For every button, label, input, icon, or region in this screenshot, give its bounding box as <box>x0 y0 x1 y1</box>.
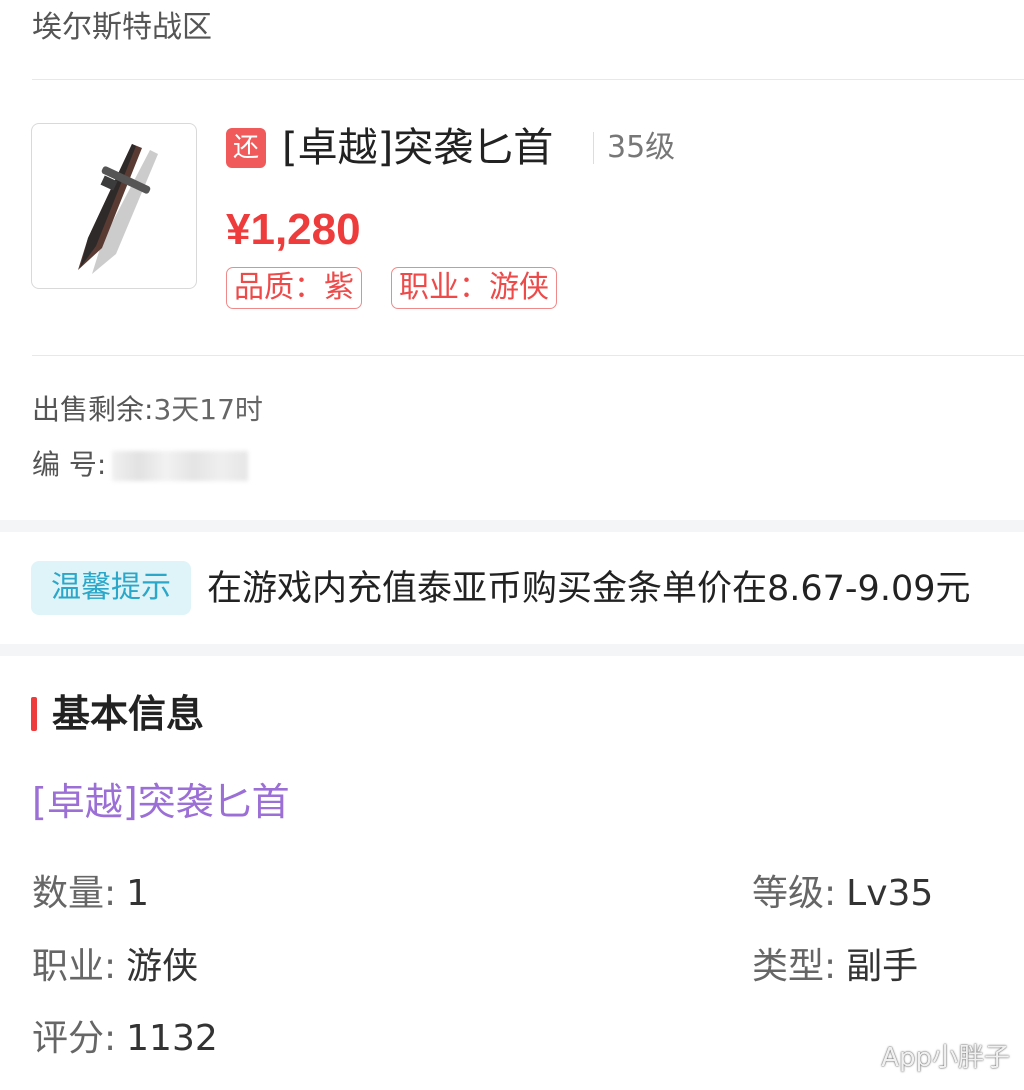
item-id-value-blurred <box>112 451 249 481</box>
field-quantity: 数量: 1 <box>32 870 149 918</box>
field-label: 职业: <box>32 946 117 987</box>
field-value: Lv35 <box>846 873 934 914</box>
item-level: 35级 <box>607 130 676 165</box>
watermark: App小胖子 <box>881 1043 1010 1073</box>
section-separator <box>0 520 1024 532</box>
basic-info-item-name: [卓越]突袭匕首 <box>32 780 290 824</box>
dagger-icon <box>78 144 158 274</box>
section-accent-bar <box>31 697 37 731</box>
item-title: [卓越]突袭匕首 <box>282 125 554 171</box>
item-id: 编 号: <box>32 445 249 485</box>
field-label: 类型: <box>752 946 837 987</box>
divider <box>32 355 1024 356</box>
field-value: 1 <box>126 873 150 914</box>
item-image[interactable] <box>31 123 197 289</box>
field-level: 等级: Lv35 <box>752 870 933 918</box>
server-name: 埃尔斯特战区 <box>32 10 212 45</box>
field-class: 职业: 游侠 <box>32 943 198 991</box>
field-label: 数量: <box>32 873 117 914</box>
section-title: 基本信息 <box>52 692 205 736</box>
tip-badge: 温馨提示 <box>31 561 191 615</box>
tip-text: 在游戏内充值泰亚币购买金条单价在8.67-9.09元 <box>207 569 971 609</box>
divider <box>32 79 1024 80</box>
field-value: 副手 <box>846 946 919 987</box>
class-tag: 职业：游侠 <box>391 267 557 309</box>
divider <box>593 132 594 164</box>
field-type: 类型: 副手 <box>752 943 918 991</box>
field-value: 1132 <box>126 1018 218 1059</box>
field-value: 游侠 <box>126 946 199 987</box>
section-separator <box>0 644 1024 656</box>
return-badge: 还 <box>226 128 266 168</box>
item-price: ¥1,280 <box>226 205 361 254</box>
sale-remaining-label: 出售剩余: <box>32 393 154 426</box>
sale-remaining-value: 3天17时 <box>153 393 263 426</box>
field-score: 评分: 1132 <box>32 1015 218 1063</box>
sale-remaining: 出售剩余:3天17时 <box>32 390 263 430</box>
quality-tag: 品质：紫 <box>226 267 362 309</box>
field-label: 等级: <box>752 873 837 914</box>
item-id-label: 编 号: <box>32 448 107 481</box>
field-label: 评分: <box>32 1018 117 1059</box>
